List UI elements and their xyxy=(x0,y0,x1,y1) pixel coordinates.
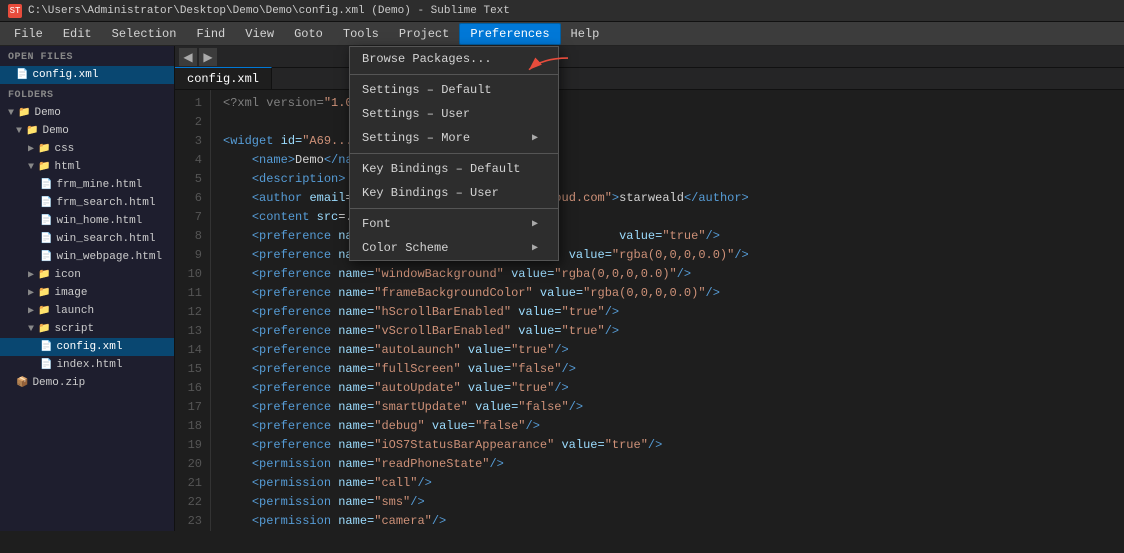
tree-folder-demo[interactable]: ▼ 📁 Demo xyxy=(0,122,174,140)
chevron-right-icon: ▶ xyxy=(28,269,34,281)
menu-view[interactable]: View xyxy=(235,23,284,45)
preferences-dropdown: Browse Packages... Settings – Default Se… xyxy=(349,46,559,261)
menu-preferences[interactable]: Preferences xyxy=(459,23,560,45)
tree-folder-icon[interactable]: ▶ 📁 icon xyxy=(0,266,174,284)
tree-folder-demo-root[interactable]: ▼ 📁 Demo xyxy=(0,104,174,122)
tab-config-xml[interactable]: config.xml xyxy=(175,67,272,89)
menu-browse-packages[interactable]: Browse Packages... xyxy=(350,47,558,71)
chevron-down-icon: ▼ xyxy=(16,126,22,137)
folder-icon: 📁 xyxy=(38,323,50,335)
title-bar: ST C:\Users\Administrator\Desktop\Demo\D… xyxy=(0,0,1124,22)
sidebar: OPEN FILES 📄 config.xml FOLDERS ▼ 📁 Demo… xyxy=(0,46,175,531)
menu-tools[interactable]: Tools xyxy=(333,23,389,45)
file-icon: 📄 xyxy=(16,69,28,81)
tree-file-win-webpage[interactable]: 📄 win_webpage.html xyxy=(0,248,174,266)
zip-file-icon: 📦 xyxy=(16,377,28,389)
menu-goto[interactable]: Goto xyxy=(284,23,333,45)
file-icon: 📄 xyxy=(40,233,52,245)
chevron-down-icon: ▼ xyxy=(28,324,34,335)
file-icon: 📄 xyxy=(40,179,52,191)
open-file-name: config.xml xyxy=(32,69,98,81)
sidebar-open-file-config[interactable]: 📄 config.xml xyxy=(0,66,174,84)
chevron-right-icon: ▶ xyxy=(28,143,34,155)
open-files-label: OPEN FILES xyxy=(0,46,174,66)
chevron-down-icon: ▼ xyxy=(28,162,34,173)
file-icon: 📄 xyxy=(40,215,52,227)
folder-icon: 📁 xyxy=(38,305,50,317)
tree-folder-launch[interactable]: ▶ 📁 launch xyxy=(0,302,174,320)
file-icon: 📄 xyxy=(40,197,52,209)
menu-settings-default[interactable]: Settings – Default xyxy=(350,78,558,102)
tree-folder-html[interactable]: ▼ 📁 html xyxy=(0,158,174,176)
editor-area: ◀ ▶ config.xml 12345 678910 1112131415 1… xyxy=(175,46,1124,531)
dropdown-separator-3 xyxy=(350,208,558,209)
tree-file-config[interactable]: 📄 config.xml xyxy=(0,338,174,356)
line-numbers: 12345 678910 1112131415 1617181920 21222… xyxy=(175,90,211,531)
folder-icon: 📁 xyxy=(18,107,30,119)
menu-project[interactable]: Project xyxy=(389,23,459,45)
submenu-arrow-icon: ▶ xyxy=(532,218,538,230)
forward-button[interactable]: ▶ xyxy=(199,48,217,66)
tab-bar: config.xml xyxy=(175,68,1124,90)
tree-file-frm-mine[interactable]: 📄 frm_mine.html xyxy=(0,176,174,194)
main-layout: OPEN FILES 📄 config.xml FOLDERS ▼ 📁 Demo… xyxy=(0,46,1124,531)
folder-icon: 📁 xyxy=(38,143,50,155)
menu-help[interactable]: Help xyxy=(561,23,610,45)
dropdown-separator-1 xyxy=(350,74,558,75)
tree-file-win-home[interactable]: 📄 win_home.html xyxy=(0,212,174,230)
menu-font[interactable]: Font ▶ xyxy=(350,212,558,236)
tree-folder-css[interactable]: ▶ 📁 css xyxy=(0,140,174,158)
window-title: C:\Users\Administrator\Desktop\Demo\Demo… xyxy=(28,5,510,17)
menu-key-bindings-default[interactable]: Key Bindings – Default xyxy=(350,157,558,181)
tree-file-demo-zip[interactable]: 📦 Demo.zip xyxy=(0,374,174,392)
chevron-right-icon: ▶ xyxy=(28,287,34,299)
submenu-arrow-icon: ▶ xyxy=(532,132,538,144)
folder-icon: 📁 xyxy=(38,161,50,173)
tree-folder-script[interactable]: ▼ 📁 script xyxy=(0,320,174,338)
file-icon: 📄 xyxy=(40,251,52,263)
code-editor[interactable]: <?xml version="1.0" encoding="UTF-8"?> <… xyxy=(211,90,1124,531)
menu-file[interactable]: File xyxy=(4,23,53,45)
app-icon: ST xyxy=(8,4,22,18)
menu-selection[interactable]: Selection xyxy=(102,23,187,45)
back-button[interactable]: ◀ xyxy=(179,48,197,66)
dropdown-separator-2 xyxy=(350,153,558,154)
file-icon: 📄 xyxy=(40,359,52,371)
menu-find[interactable]: Find xyxy=(186,23,235,45)
folders-label: FOLDERS xyxy=(0,84,174,104)
menu-edit[interactable]: Edit xyxy=(53,23,102,45)
menu-bar: File Edit Selection Find View Goto Tools… xyxy=(0,22,1124,46)
menu-settings-more[interactable]: Settings – More ▶ xyxy=(350,126,558,150)
folder-icon: 📁 xyxy=(38,287,50,299)
file-icon: 📄 xyxy=(40,341,52,353)
menu-key-bindings-user[interactable]: Key Bindings – User xyxy=(350,181,558,205)
menu-color-scheme[interactable]: Color Scheme ▶ xyxy=(350,236,558,260)
tree-file-index[interactable]: 📄 index.html xyxy=(0,356,174,374)
tree-file-win-search[interactable]: 📄 win_search.html xyxy=(0,230,174,248)
folder-icon: 📁 xyxy=(26,125,38,137)
nav-arrows: ◀ ▶ xyxy=(175,46,1124,68)
chevron-down-icon: ▼ xyxy=(8,108,14,119)
chevron-right-icon: ▶ xyxy=(28,305,34,317)
tree-file-frm-search[interactable]: 📄 frm_search.html xyxy=(0,194,174,212)
submenu-arrow-icon: ▶ xyxy=(532,242,538,254)
code-view: 12345 678910 1112131415 1617181920 21222… xyxy=(175,90,1124,531)
menu-settings-user[interactable]: Settings – User xyxy=(350,102,558,126)
tree-folder-image[interactable]: ▶ 📁 image xyxy=(0,284,174,302)
folder-icon: 📁 xyxy=(38,269,50,281)
